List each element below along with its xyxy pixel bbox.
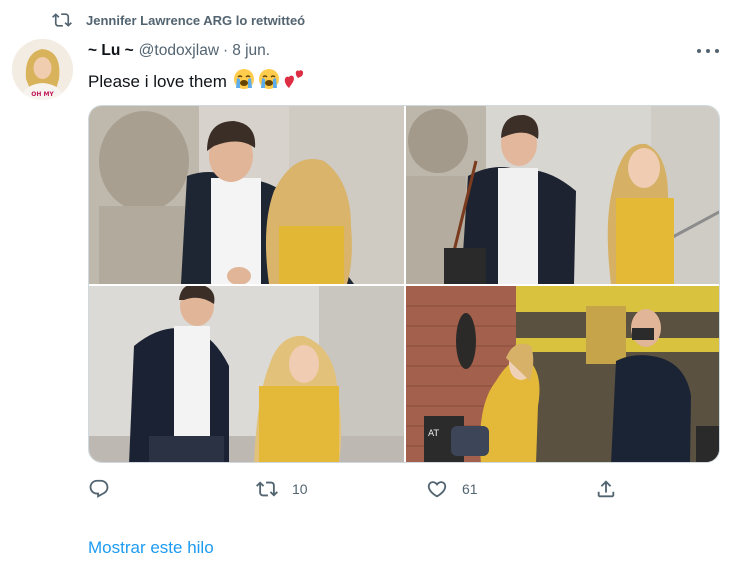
like-button[interactable]: 61 [426,478,478,500]
retweet-context[interactable]: Jennifer Lawrence ARG lo retwitteó [52,10,305,30]
tweet-text-container: Please i love them [88,68,305,95]
heart-icon [427,481,447,498]
avatar-shirt-text: OH MY [31,91,54,98]
retweet-context-text: Jennifer Lawrence ARG lo retwitteó [86,12,306,28]
photo-4[interactable]: AT [406,286,719,462]
more-options-icon[interactable] [697,44,719,58]
reply-button[interactable] [88,478,124,500]
like-count: 61 [462,481,478,497]
tweet-date[interactable]: 8 jun. [232,42,270,60]
photo-4-sign-text: AT [428,429,439,439]
author-handle[interactable]: @todoxjlaw [139,42,219,60]
tweet-text: Please i love them [88,71,227,91]
retweet-icon [256,481,278,497]
tweet-header: ~ Lu ~ @todoxjlaw · 8 jun. [88,42,270,60]
separator-dot: · [223,42,229,59]
share-icon [597,480,615,498]
loudly-crying-face-icon [258,68,280,95]
retweet-button[interactable]: 10 [256,478,308,500]
reply-icon [89,479,109,498]
photo-3[interactable] [89,286,404,462]
photo-2[interactable] [406,106,719,284]
share-button[interactable] [595,478,631,500]
photo-1[interactable] [89,106,404,284]
action-bar: 10 61 [0,478,739,504]
media-grid: AT [88,105,720,463]
show-thread-link[interactable]: Mostrar este hilo [88,538,214,558]
loudly-crying-face-icon [233,68,255,95]
retweet-icon [52,13,72,27]
two-hearts-icon [283,68,305,95]
author-display-name[interactable]: ~ Lu ~ [88,42,134,60]
avatar[interactable]: OH MY [12,39,73,100]
retweet-count: 10 [292,481,308,497]
